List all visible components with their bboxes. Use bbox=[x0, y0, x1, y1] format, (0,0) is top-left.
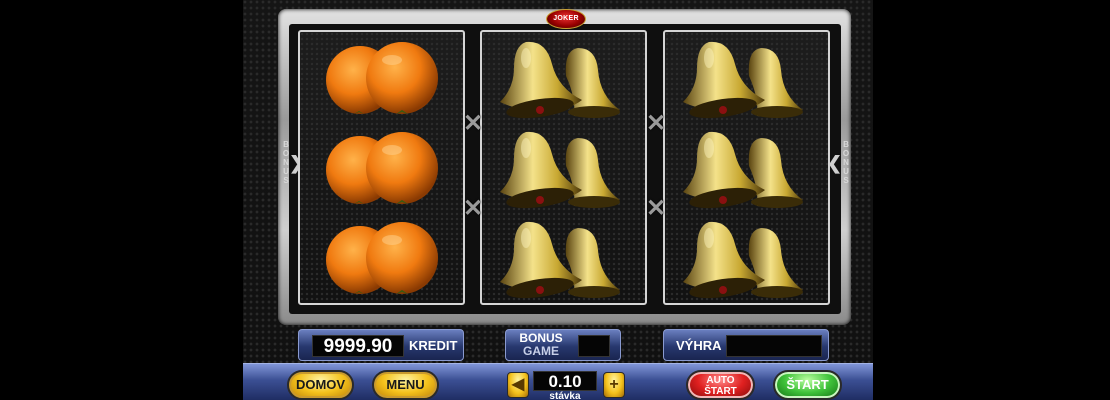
bonus-game-value bbox=[578, 335, 610, 357]
auto-start-button[interactable]: AUTO ŠTART bbox=[686, 370, 755, 400]
orange-icon bbox=[326, 42, 438, 114]
separator-x-icon: ✕ bbox=[462, 110, 484, 137]
credit-value: 9999.90 bbox=[312, 335, 404, 357]
bet-label: stávka bbox=[549, 391, 581, 400]
bell-symbol bbox=[482, 34, 645, 124]
orange-icon bbox=[326, 222, 438, 294]
menu-button[interactable]: MENU bbox=[372, 370, 439, 400]
orange-icon bbox=[326, 132, 438, 204]
bell-icon bbox=[500, 221, 620, 299]
win-label: VÝHRA bbox=[676, 338, 722, 353]
bell-symbol bbox=[482, 214, 645, 304]
credit-label: KREDIT bbox=[409, 338, 458, 353]
win-value bbox=[726, 335, 822, 357]
bell-icon bbox=[500, 41, 620, 119]
auto-start-label-line2: ŠTART bbox=[704, 386, 737, 397]
credit-panel: 9999.90 KREDIT bbox=[298, 329, 464, 361]
bell-icon bbox=[500, 131, 620, 209]
bet-decrease-icon[interactable]: ◀ bbox=[507, 372, 529, 398]
orange-symbol bbox=[300, 214, 463, 304]
separator-x-icon: ✕ bbox=[462, 195, 484, 222]
auto-start-label-line1: AUTO bbox=[706, 375, 735, 386]
bell-icon bbox=[683, 131, 803, 209]
start-button[interactable]: ŠTART bbox=[773, 370, 842, 400]
separator-x-icon: ✕ bbox=[645, 110, 667, 137]
home-button[interactable]: DOMOV bbox=[287, 370, 354, 400]
bonus-game-panel: BONUS GAME bbox=[505, 329, 621, 361]
bell-symbol bbox=[665, 34, 828, 124]
reel-2 bbox=[480, 30, 647, 305]
bell-symbol bbox=[482, 124, 645, 214]
win-panel: VÝHRA bbox=[663, 329, 829, 361]
reel-3 bbox=[663, 30, 830, 305]
control-bar: DOMOV MENU ◀ 0.10 stávka + AUTO ŠTART ŠT… bbox=[243, 363, 873, 400]
bet-value: 0.10 bbox=[533, 371, 597, 391]
reel-1 bbox=[298, 30, 465, 305]
bell-icon bbox=[683, 221, 803, 299]
bonus-label-right-text: BONUS bbox=[842, 140, 850, 185]
slot-machine: JOKER BONUS ❯ BONUS ❮ ✕ ✕ ✕ ✕ 9999.90 KR… bbox=[243, 0, 873, 400]
bonus-game-label: BONUS GAME bbox=[518, 332, 564, 358]
bonus-game-label-line2: GAME bbox=[523, 344, 559, 358]
bet-increase-icon[interactable]: + bbox=[603, 372, 625, 398]
orange-symbol bbox=[300, 34, 463, 124]
bell-symbol bbox=[665, 124, 828, 214]
joker-logo: JOKER bbox=[546, 9, 586, 29]
bell-symbol bbox=[665, 214, 828, 304]
orange-symbol bbox=[300, 124, 463, 214]
separator-x-icon: ✕ bbox=[645, 195, 667, 222]
bell-icon bbox=[683, 41, 803, 119]
